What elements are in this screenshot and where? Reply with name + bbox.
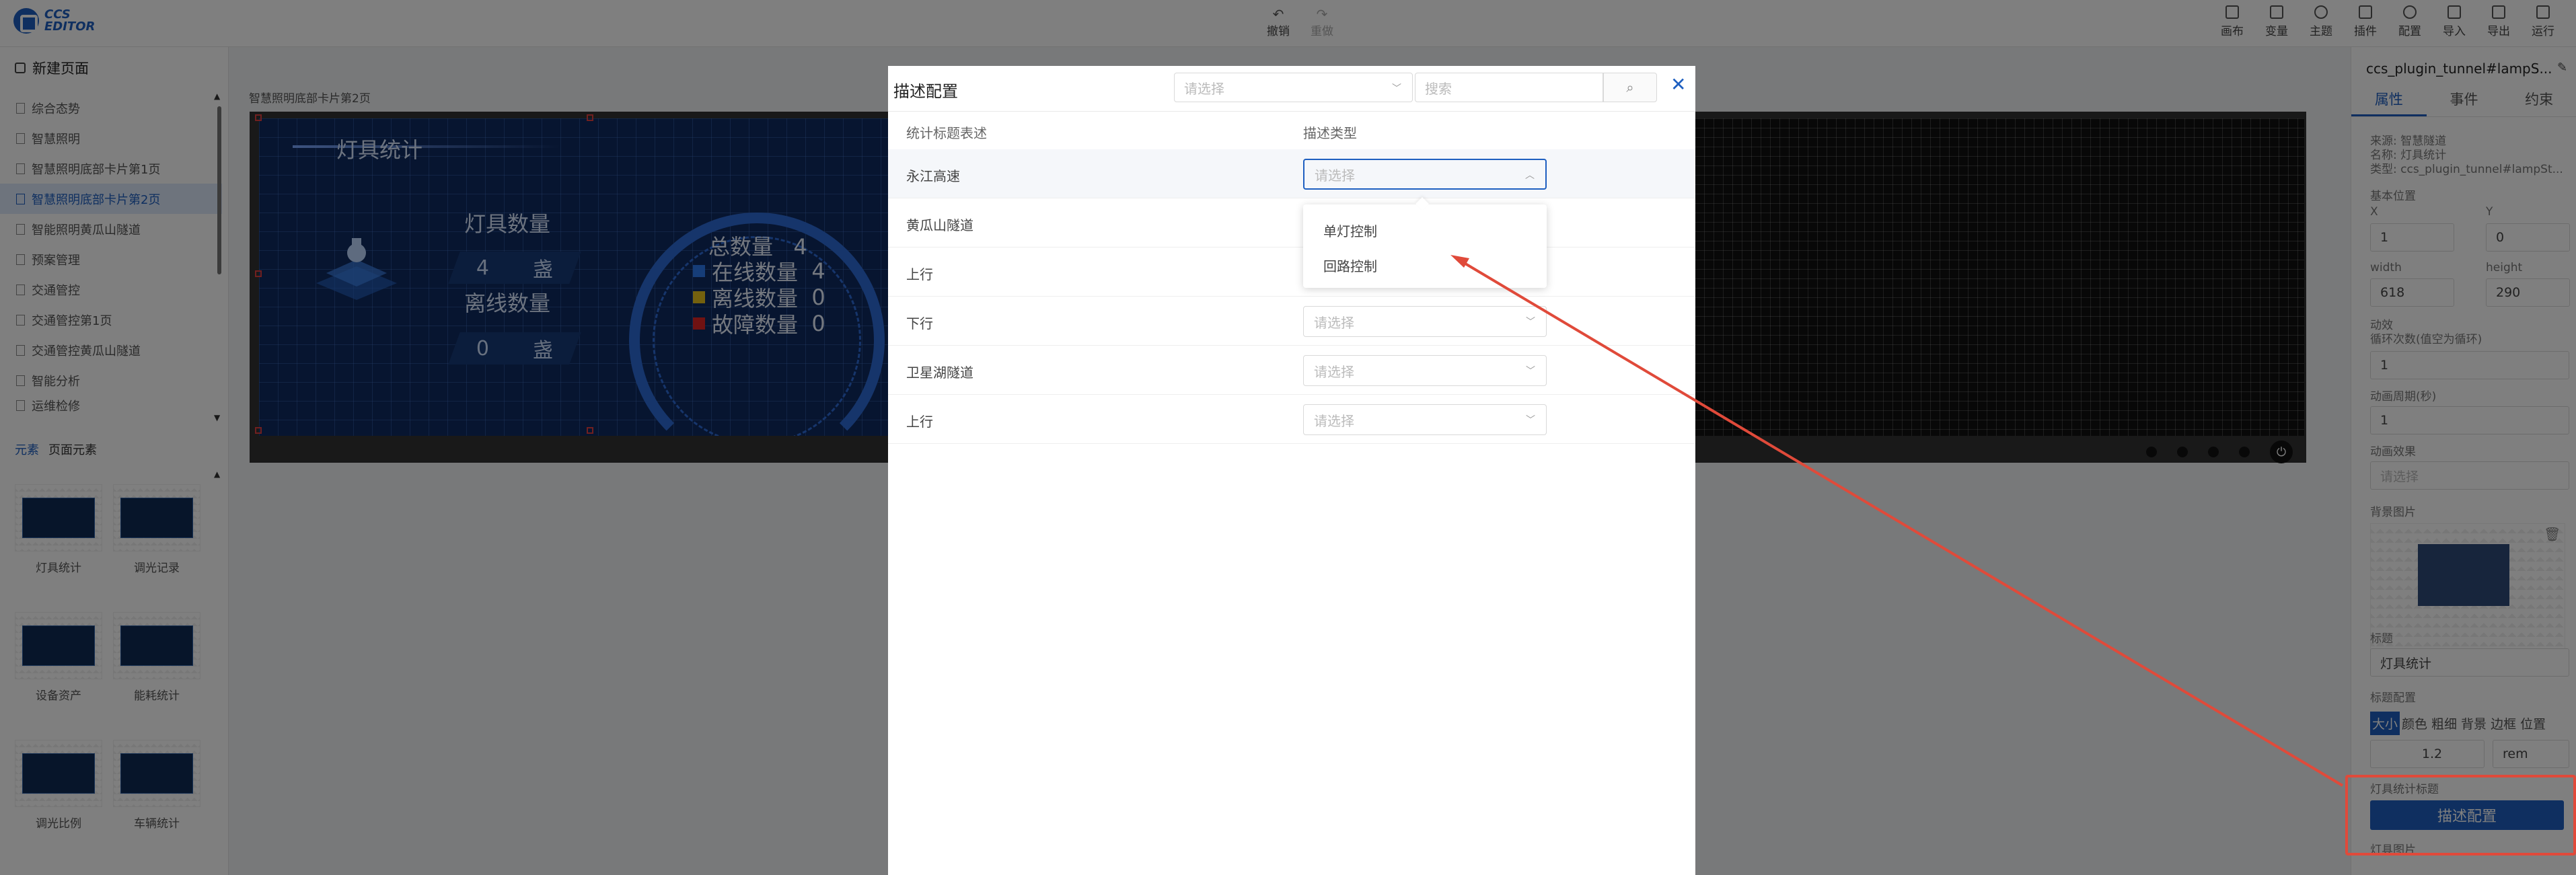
editor-app: CCS EDITOR ↶ 撤销 ↷ 重做 画布 变量 主题 插件 配置 导入 导… (0, 0, 2576, 875)
annotation-arrow (1450, 255, 2344, 787)
